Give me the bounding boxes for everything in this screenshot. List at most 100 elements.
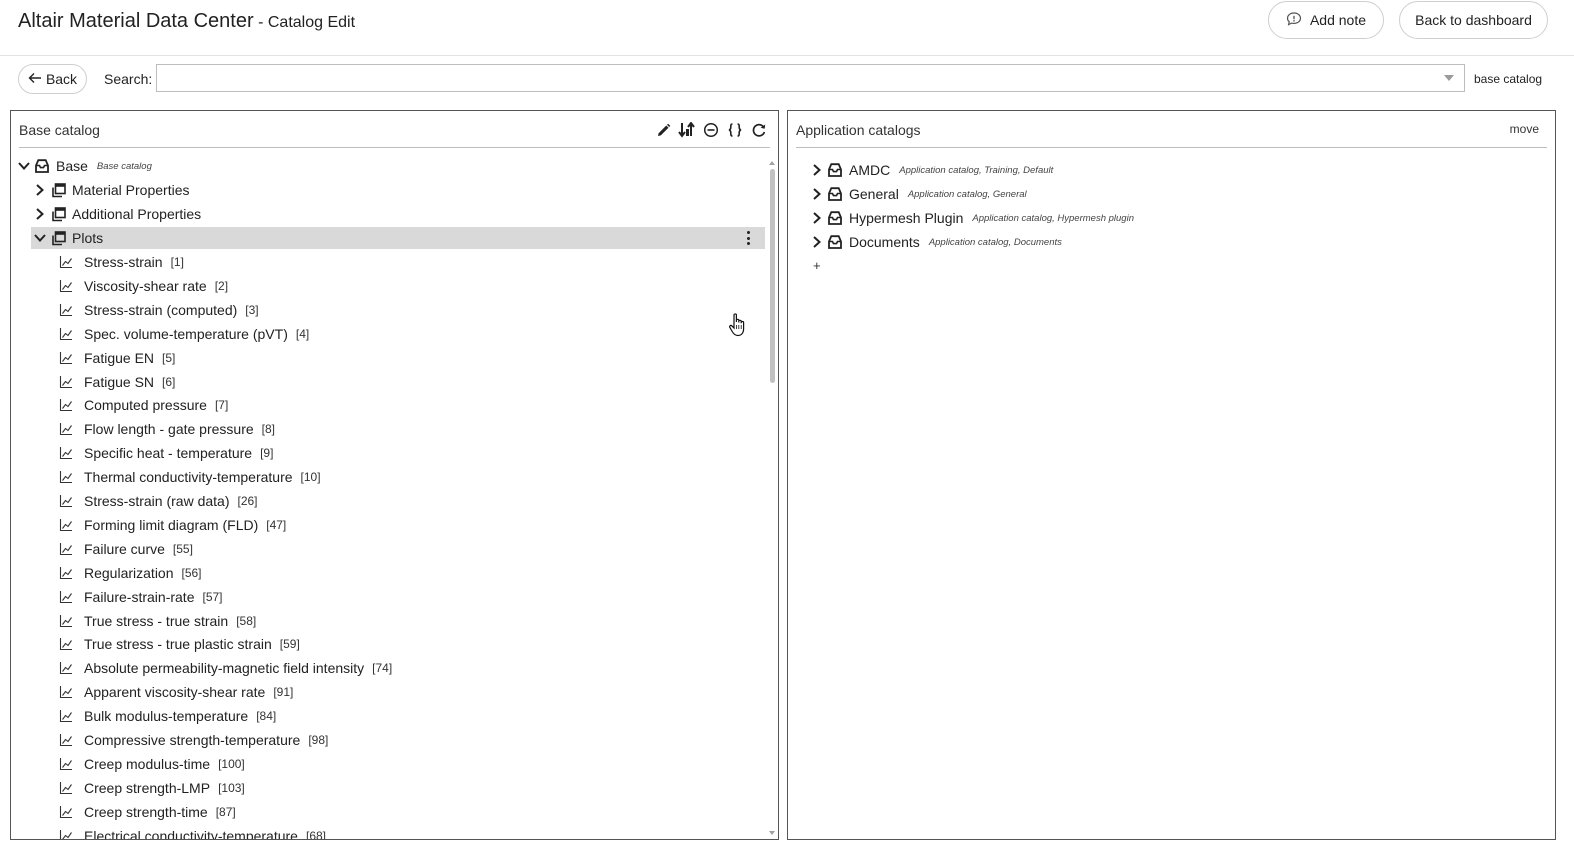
plot-list-item[interactable]: Stress-strain [1]	[59, 251, 184, 273]
plot-list-item[interactable]: Fatigue EN [5]	[59, 347, 175, 369]
braces-icon[interactable]	[726, 121, 744, 139]
add-note-label: Add note	[1309, 12, 1367, 28]
catalog-icon	[827, 186, 843, 202]
search-input[interactable]	[157, 65, 1427, 91]
plot-list-item[interactable]: Fatigue SN [6]	[59, 371, 175, 393]
catalog-label: General	[849, 186, 899, 202]
plot-list-item[interactable]: Specific heat - temperature [9]	[59, 442, 273, 464]
plot-label: Compressive strength-temperature	[84, 732, 301, 748]
plot-list-item[interactable]: Computed pressure [7]	[59, 394, 228, 416]
chevron-down-icon[interactable]	[17, 159, 31, 173]
line-chart-icon	[59, 398, 73, 412]
plot-label: Regularization	[84, 564, 174, 581]
plot-label: Apparent viscosity-shear rate	[84, 684, 266, 701]
plot-list-item[interactable]: Electrical conductivity-temperature [68]	[59, 825, 326, 839]
chevron-right-icon[interactable]	[810, 187, 824, 201]
plot-label: Failure curve	[84, 540, 165, 557]
plot-list-item[interactable]: Apparent viscosity-shear rate [91]	[59, 681, 293, 703]
plot-label: Spec. volume-temperature (pVT)	[84, 325, 288, 342]
refresh-icon[interactable]	[750, 121, 768, 139]
chevron-right-icon[interactable]	[810, 211, 824, 225]
chevron-right-icon[interactable]	[810, 235, 824, 249]
back-to-dashboard-button[interactable]: Back to dashboard	[1399, 1, 1548, 39]
application-catalog-item[interactable]: Hypermesh Plugin Application catalog, Hyp…	[810, 207, 1134, 229]
plot-list-item[interactable]: Stress-strain (raw data) [26]	[59, 490, 258, 512]
plot-index: [26]	[237, 494, 258, 508]
catalog-label: Hypermesh Plugin	[849, 210, 964, 226]
copy-group-icon	[50, 206, 66, 222]
minus-circle-icon[interactable]	[702, 121, 720, 139]
plot-list-item[interactable]: Creep modulus-time [100]	[59, 753, 245, 775]
application-catalog-item[interactable]: AMDC Application catalog, Training, Defau…	[810, 159, 1053, 181]
search-combobox[interactable]	[156, 64, 1465, 92]
line-chart-icon	[59, 829, 73, 839]
line-chart-icon	[59, 422, 73, 436]
plot-index: [9]	[260, 446, 274, 461]
plot-list-item[interactable]: Spec. volume-temperature (pVT) [4]	[59, 323, 309, 345]
chevron-right-icon[interactable]	[810, 163, 824, 177]
line-chart-icon	[59, 255, 73, 269]
plot-list-item[interactable]: Forming limit diagram (FLD) [47]	[59, 514, 286, 536]
line-chart-icon	[59, 375, 73, 389]
plot-list-item[interactable]: Bulk modulus-temperature [84]	[59, 705, 276, 727]
base-catalog-title: Base catalog	[19, 122, 100, 138]
tree-node-plots[interactable]: Plots	[33, 227, 103, 249]
plot-list-item[interactable]: Creep strength-LMP [103]	[59, 777, 245, 799]
add-note-button[interactable]: Add note	[1268, 1, 1384, 39]
catalog-icon	[827, 210, 843, 226]
search-label: Search:	[104, 71, 153, 87]
plot-list-item[interactable]: Compressive strength-temperature [98]	[59, 729, 328, 751]
tree-node-material-properties[interactable]: Material Properties	[33, 179, 190, 201]
copy-group-icon	[50, 230, 66, 246]
plot-list-item[interactable]: Absolute permeability-magnetic field int…	[59, 657, 392, 679]
plot-list-item[interactable]: True stress - true plastic strain [59]	[59, 633, 300, 655]
chevron-right-icon[interactable]	[33, 207, 47, 221]
line-chart-icon	[59, 661, 73, 675]
plot-label: Fatigue SN	[84, 373, 155, 390]
chevron-down-icon[interactable]	[33, 231, 47, 245]
plot-label: Thermal conductivity-temperature	[84, 469, 293, 486]
more-options-icon[interactable]	[745, 231, 751, 245]
line-chart-icon	[59, 805, 73, 819]
plot-label: Forming limit diagram (FLD)	[84, 516, 259, 533]
search-scope-label[interactable]: base catalog	[1474, 72, 1542, 86]
catalog-tag: Application catalog, Training, Default	[899, 164, 1054, 176]
line-chart-icon	[59, 685, 73, 699]
plot-index: [4]	[295, 326, 310, 341]
tree-node-tag: Base catalog	[96, 160, 152, 172]
scrollbar-thumb[interactable]	[770, 169, 775, 383]
plot-list-item[interactable]: True stress - true strain [58]	[59, 610, 256, 632]
sort-icon[interactable]	[678, 121, 696, 139]
move-link[interactable]: move	[1510, 122, 1539, 136]
plot-list-item[interactable]: Failure-strain-rate [57]	[59, 586, 223, 608]
pencil-icon[interactable]	[654, 121, 672, 139]
catalog-label: Documents	[849, 234, 920, 250]
catalog-tag: Application catalog, Documents	[928, 236, 1062, 248]
scroll-up-arrow-icon[interactable]	[769, 161, 775, 165]
chevron-right-icon[interactable]	[33, 183, 47, 197]
plot-list-item[interactable]: Viscosity-shear rate [2]	[59, 275, 228, 297]
line-chart-icon	[59, 781, 73, 795]
application-catalog-item[interactable]: Documents Application catalog, Documents	[810, 231, 1062, 253]
application-catalog-item[interactable]: General Application catalog, General	[810, 183, 1027, 205]
plot-list-item[interactable]: Stress-strain (computed) [3]	[59, 299, 259, 321]
plot-label: Stress-strain (computed)	[84, 301, 238, 318]
add-catalog-button[interactable]: +	[813, 258, 821, 273]
application-catalogs-header: Application catalogs move	[796, 111, 1547, 148]
scroll-down-arrow-icon[interactable]	[769, 831, 775, 835]
line-chart-icon	[59, 327, 73, 341]
plot-list-item[interactable]: Flow length - gate pressure [8]	[59, 418, 275, 440]
tree-scrollbar[interactable]	[769, 161, 775, 835]
plot-list-item[interactable]: Creep strength-time [87]	[59, 801, 236, 823]
tree-node-additional-properties[interactable]: Additional Properties	[33, 203, 201, 225]
plot-list-item[interactable]: Regularization [56]	[59, 562, 202, 584]
plot-index: [55]	[172, 541, 193, 556]
back-button[interactable]: Back	[18, 64, 87, 94]
plot-list-item[interactable]: Failure curve [55]	[59, 538, 193, 560]
tree-node-base[interactable]: Base Base catalog	[17, 155, 152, 177]
line-chart-icon	[59, 518, 73, 532]
plot-list-item[interactable]: Thermal conductivity-temperature [10]	[59, 466, 321, 488]
dropdown-caret-icon[interactable]	[1444, 75, 1454, 81]
plot-index: [10]	[300, 470, 321, 485]
plot-label: Electrical conductivity-temperature	[84, 827, 298, 839]
